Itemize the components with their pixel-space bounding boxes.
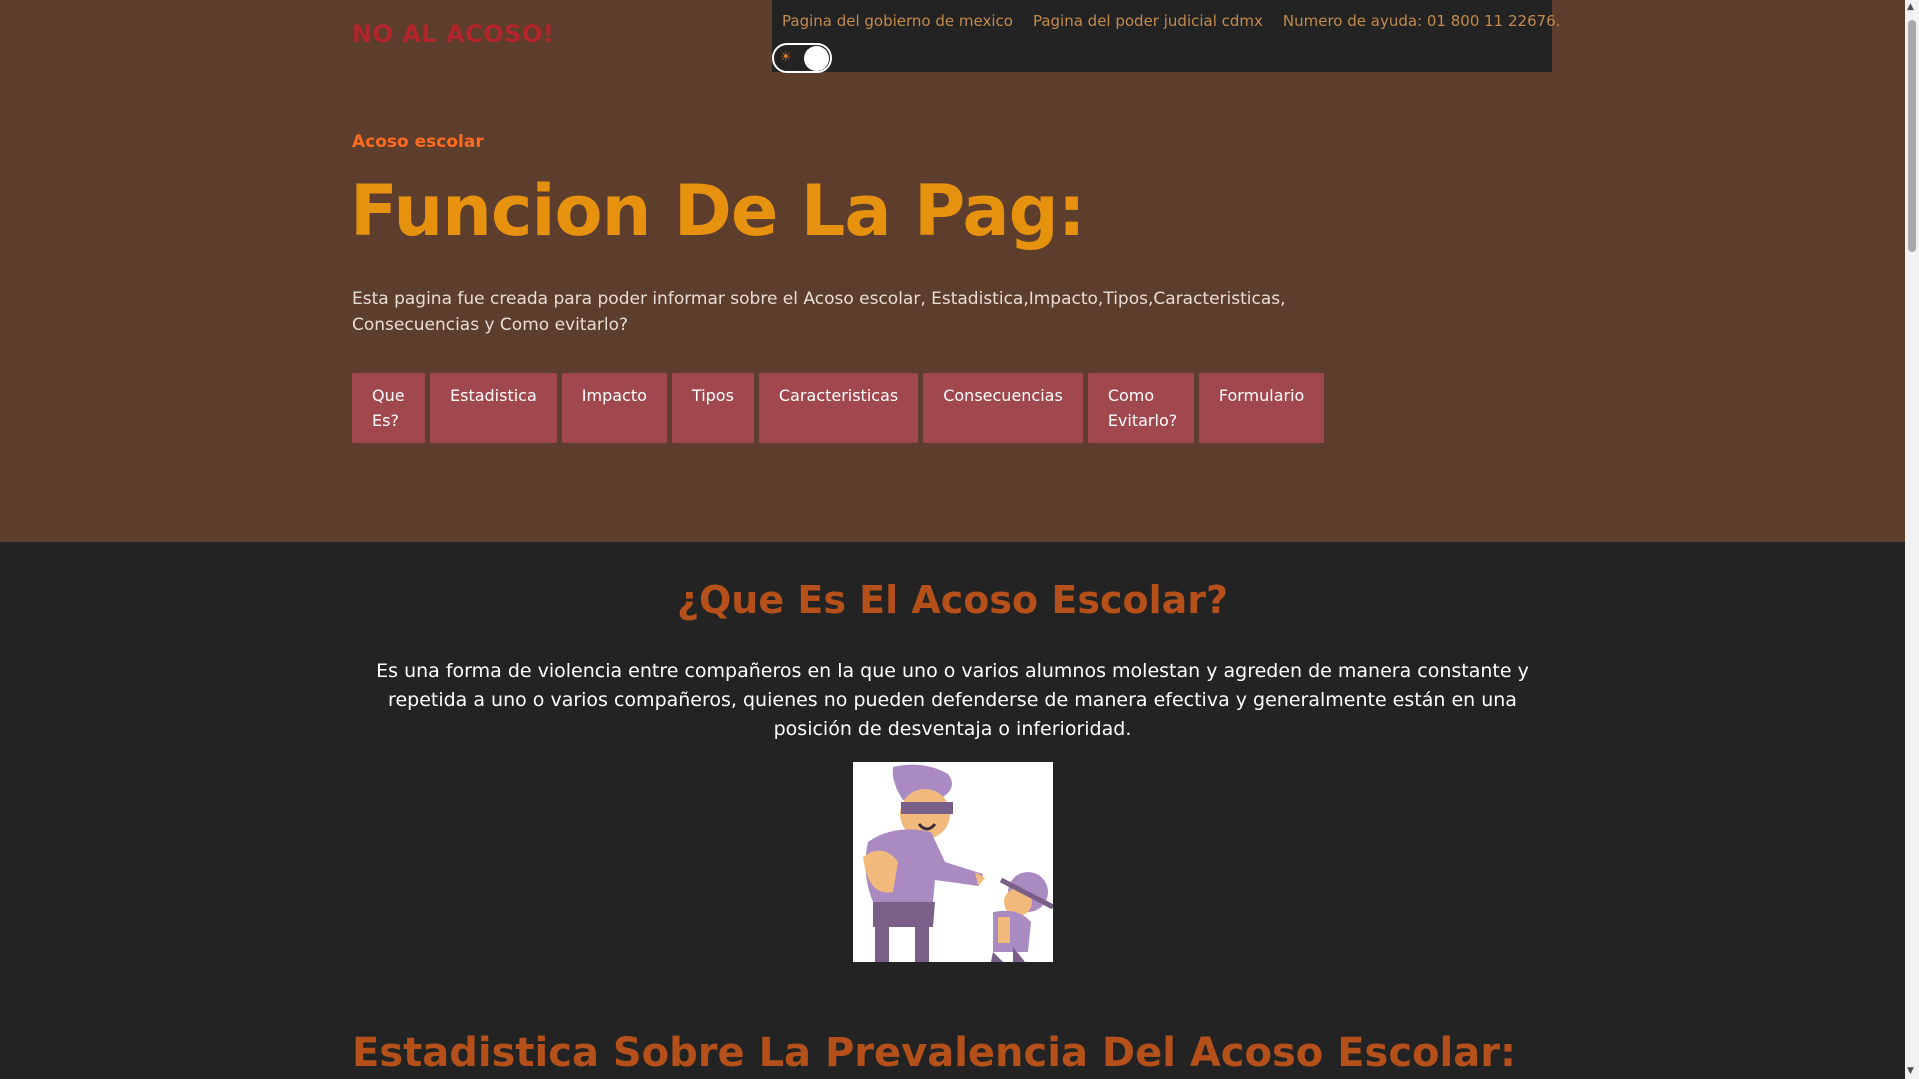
- caracteristicas-button[interactable]: Caracteristicas: [758, 373, 919, 443]
- tipos-button[interactable]: Tipos: [671, 373, 754, 443]
- hero-section: NO AL ACOSO! Pagina del gobierno de mexi…: [0, 0, 1905, 542]
- que-es-section-title: ¿Que Es El Acoso Escolar?: [676, 578, 1229, 622]
- nav-link-poder-judicial[interactable]: Pagina del poder judicial cdmx: [1033, 12, 1263, 30]
- scroll-down-icon[interactable]: ▼: [1907, 1066, 1914, 1076]
- nav-link-numero-ayuda[interactable]: Numero de ayuda: 01 800 11 22676.: [1283, 12, 1561, 30]
- page-title: Funcion De La Pag:: [350, 170, 1086, 252]
- impacto-button[interactable]: Impacto: [561, 373, 667, 443]
- top-navigation: Pagina del gobierno de mexico Pagina del…: [772, 0, 1560, 73]
- brand-logo[interactable]: NO AL ACOSO!: [352, 20, 554, 48]
- estadistica-section-title: Estadistica Sobre La Prevalencia Del Aco…: [352, 1030, 1516, 1076]
- que-es-section-text: Es una forma de violencia entre compañer…: [376, 660, 1529, 740]
- theme-toggle[interactable]: ☀: [772, 43, 832, 73]
- sun-icon: ☀: [780, 50, 792, 65]
- bullying-illustration: [853, 762, 1055, 962]
- hero-eyebrow: Acoso escolar: [352, 132, 484, 152]
- formulario-button[interactable]: Formulario: [1198, 373, 1325, 443]
- que-es-button[interactable]: Que Es?: [352, 373, 425, 443]
- page-scrollbar[interactable]: ▲ ▼: [1905, 0, 1919, 1079]
- scrollbar-thumb[interactable]: [1908, 20, 1916, 252]
- scroll-up-icon[interactable]: ▲: [1907, 2, 1914, 12]
- hero-description: Esta pagina fue creada para poder inform…: [352, 289, 1286, 335]
- top-nav-links: Pagina del gobierno de mexico Pagina del…: [782, 12, 1560, 30]
- nav-link-gobierno[interactable]: Pagina del gobierno de mexico: [782, 12, 1013, 30]
- bullying-illustration-graphic: [853, 762, 1055, 962]
- como-evitarlo-button[interactable]: Como Evitarlo?: [1087, 373, 1194, 443]
- consecuencias-button[interactable]: Consecuencias: [923, 373, 1083, 443]
- toggle-knob: [804, 46, 829, 71]
- section-nav-buttons: Que Es? Estadistica Impacto Tipos Caract…: [352, 373, 1325, 443]
- estadistica-button[interactable]: Estadistica: [430, 373, 557, 443]
